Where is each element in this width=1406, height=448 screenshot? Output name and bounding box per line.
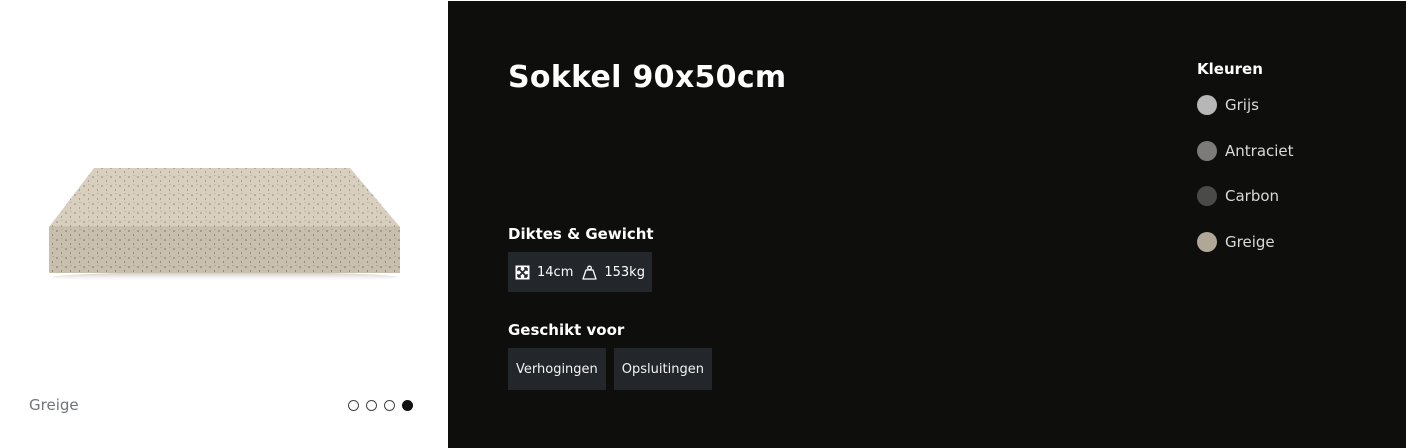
thickness-weight-box: 14cm 153kg [508,252,652,292]
color-swatch-carbon [1197,186,1217,206]
carousel-dot-2[interactable] [366,400,377,411]
color-option-antraciet[interactable]: Antraciet [1197,140,1294,161]
carousel-dot-1[interactable] [348,400,359,411]
product-image [46,165,404,285]
colors-heading: Kleuren [1197,60,1263,78]
carousel-dot-3[interactable] [384,400,395,411]
carousel-dot-4[interactable] [402,400,413,411]
color-name-greige: Greige [1225,232,1275,251]
thickness-value: 14cm [537,264,574,280]
color-option-grijs[interactable]: Grijs [1197,95,1294,115]
tag-verhogingen[interactable]: Verhogingen [508,348,606,390]
product-title: Sokkel 90x50cm [508,60,787,95]
color-option-greige[interactable]: Greige [1197,231,1294,252]
thickness-weight-heading: Diktes & Gewicht [508,225,654,243]
weight-value: 153kg [604,264,645,280]
product-info-panel: Sokkel 90x50cm Diktes & Gewicht 14cm 153… [448,1,1406,448]
dimensions-icon [515,265,530,280]
color-swatch-antraciet [1197,140,1217,161]
color-swatch-grijs [1197,95,1217,115]
color-swatch-greige [1197,231,1217,252]
color-name-grijs: Grijs [1225,96,1259,114]
suitable-for-tags: Verhogingen Opsluitingen [508,348,712,390]
suitable-for-heading: Geschikt voor [508,321,625,339]
color-options: Kleuren Grijs Antraciet Carbon Greige [1197,60,1294,277]
carousel-dots [348,400,413,411]
tag-opsluitingen[interactable]: Opsluitingen [613,348,712,390]
color-option-carbon[interactable]: Carbon [1197,186,1294,206]
color-name-carbon: Carbon [1225,187,1280,205]
product-gallery: Greige [0,0,448,448]
image-caption: Greige [29,396,79,414]
weight-icon [582,265,598,280]
color-name-antraciet: Antraciet [1225,141,1294,160]
